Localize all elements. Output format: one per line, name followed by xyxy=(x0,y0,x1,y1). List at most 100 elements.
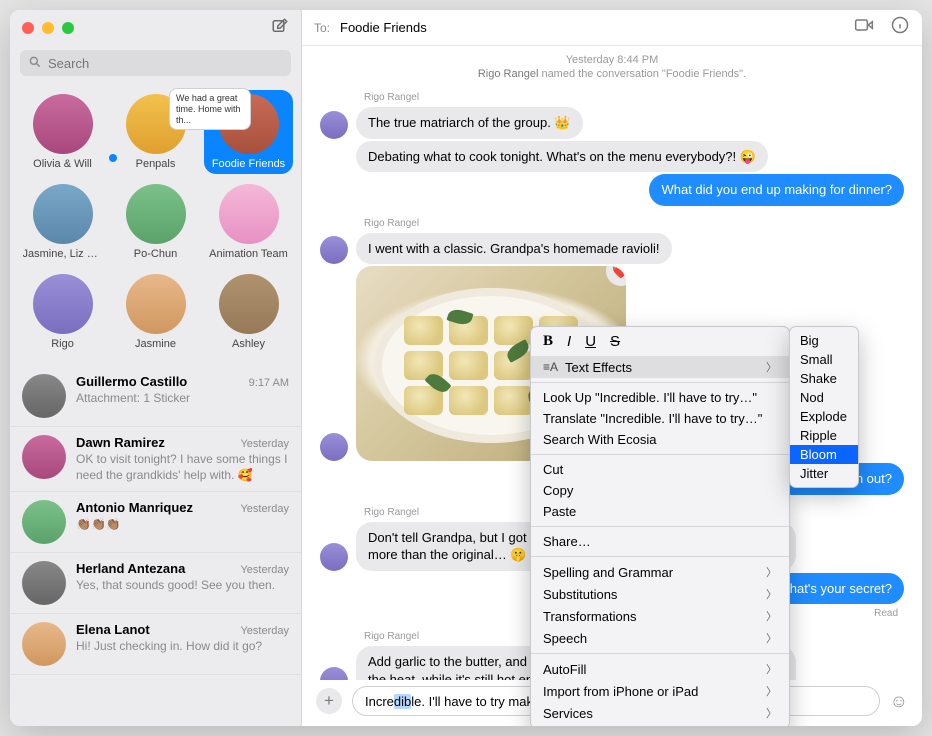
pinned-conversation[interactable]: Jasmine xyxy=(111,270,200,354)
conversation-name: Guillermo Castillo xyxy=(76,374,187,389)
submenu-item[interactable]: Nod xyxy=(790,388,858,407)
chevron-right-icon: 〉 xyxy=(766,564,777,580)
menu-separator xyxy=(531,556,789,557)
context-menu: B I U S ≡A Text Effects 〉 Look Up "Incre… xyxy=(530,326,790,726)
menu-paste[interactable]: Paste xyxy=(531,501,789,522)
pin-label: Olivia & Will xyxy=(33,158,92,170)
menu-import[interactable]: Import from iPhone or iPad〉 xyxy=(531,680,789,702)
pin-label: Jasmine, Liz &… xyxy=(23,248,103,260)
conversation-time: Yesterday xyxy=(240,625,289,637)
compose-text-selection: dib xyxy=(394,694,411,709)
emoji-button[interactable]: ☺ xyxy=(890,691,908,712)
pinned-conversation[interactable]: We had a great time. Home with th... Pen… xyxy=(111,90,200,174)
menu-spelling[interactable]: Spelling and Grammar〉 xyxy=(531,561,789,583)
menu-separator xyxy=(531,454,789,455)
menu-transformations[interactable]: Transformations〉 xyxy=(531,605,789,627)
submenu-item[interactable]: Jitter xyxy=(790,464,858,483)
submenu-item[interactable]: Explode xyxy=(790,407,858,426)
avatar xyxy=(320,433,348,461)
minimize-icon[interactable] xyxy=(42,22,54,34)
menu-lookup[interactable]: Look Up "Incredible. I'll have to try…" xyxy=(531,387,789,408)
pinned-conversation[interactable]: Olivia & Will xyxy=(18,90,107,174)
conversation-time: Yesterday xyxy=(240,438,289,450)
menu-share[interactable]: Share… xyxy=(531,531,789,552)
conversation-row[interactable]: Guillermo Castillo 9:17 AM Attachment: 1… xyxy=(10,366,301,427)
search-icon xyxy=(28,55,42,72)
conversation-row[interactable]: Elena Lanot Yesterday Hi! Just checking … xyxy=(10,614,301,675)
search-input[interactable] xyxy=(20,50,291,76)
strikethrough-button[interactable]: S xyxy=(610,333,620,350)
sender-label: Rigo Rangel xyxy=(364,92,904,103)
menu-separator xyxy=(531,653,789,654)
submenu-item[interactable]: Shake xyxy=(790,369,858,388)
compose-button[interactable] xyxy=(271,17,289,40)
conversation-list: Guillermo Castillo 9:17 AM Attachment: 1… xyxy=(10,366,301,726)
submenu-item[interactable]: Big xyxy=(790,331,858,350)
titlebar xyxy=(10,10,301,46)
conversation-preview: Hi! Just checking in. How did it go? xyxy=(76,639,289,655)
facetime-icon[interactable] xyxy=(854,15,874,40)
avatar xyxy=(33,274,93,334)
tapback-heart-icon[interactable]: ❤️ xyxy=(606,266,626,286)
avatar xyxy=(320,236,348,264)
pinned-conversation[interactable]: Rigo xyxy=(18,270,107,354)
submenu-item[interactable]: Bloom xyxy=(790,445,858,464)
message-bubble[interactable]: I went with a classic. Grandpa's homemad… xyxy=(356,233,672,265)
avatar xyxy=(33,94,93,154)
menu-copy[interactable]: Copy xyxy=(531,480,789,501)
pinned-conversation[interactable]: Po-Chun xyxy=(111,180,200,264)
avatar xyxy=(126,274,186,334)
close-icon[interactable] xyxy=(22,22,34,34)
info-icon[interactable] xyxy=(890,15,910,40)
thread-timestamp: Yesterday 8:44 PM xyxy=(320,54,904,66)
pinned-conversation[interactable]: Animation Team xyxy=(204,180,293,264)
chevron-right-icon: 〉 xyxy=(766,705,777,721)
conversation-name: Dawn Ramirez xyxy=(76,435,165,450)
traffic-lights xyxy=(22,22,74,34)
menu-autofill[interactable]: AutoFill〉 xyxy=(531,658,789,680)
avatar xyxy=(33,184,93,244)
submenu-item[interactable]: Ripple xyxy=(790,426,858,445)
menu-separator xyxy=(531,382,789,383)
italic-button[interactable]: I xyxy=(567,333,571,350)
avatar xyxy=(320,543,348,571)
message-bubble[interactable]: Debating what to cook tonight. What's on… xyxy=(356,141,768,173)
to-label: To: xyxy=(314,21,330,35)
pinned-conversation[interactable]: Ashley xyxy=(204,270,293,354)
submenu-item[interactable]: Small xyxy=(790,350,858,369)
menu-text-effects[interactable]: ≡A Text Effects 〉 xyxy=(531,356,789,378)
conversation-row[interactable]: Antonio Manriquez Yesterday 👏🏽👏🏽👏🏽 xyxy=(10,492,301,553)
header-actions xyxy=(854,15,910,40)
menu-translate[interactable]: Translate "Incredible. I'll have to try…… xyxy=(531,408,789,429)
conversation-row[interactable]: Herland Antezana Yesterday Yes, that sou… xyxy=(10,553,301,614)
message-bubble[interactable]: The true matriarch of the group. 👑 xyxy=(356,107,583,139)
fullscreen-icon[interactable] xyxy=(62,22,74,34)
avatar xyxy=(22,374,66,418)
pinned-conversations: Olivia & Will We had a great time. Home … xyxy=(10,84,301,366)
menu-services[interactable]: Services〉 xyxy=(531,702,789,724)
conversation-preview: Yes, that sounds good! See you then. xyxy=(76,578,289,594)
message-bubble[interactable]: What did you end up making for dinner? xyxy=(649,174,904,206)
underline-button[interactable]: U xyxy=(585,333,596,350)
menu-cut[interactable]: Cut xyxy=(531,459,789,480)
message-row: The true matriarch of the group. 👑 xyxy=(320,107,904,139)
sidebar: Olivia & Will We had a great time. Home … xyxy=(10,10,302,726)
menu-substitutions[interactable]: Substitutions〉 xyxy=(531,583,789,605)
message-row: I went with a classic. Grandpa's homemad… xyxy=(320,233,904,265)
message-row: Debating what to cook tonight. What's on… xyxy=(320,141,904,173)
chevron-right-icon: 〉 xyxy=(766,683,777,699)
sender-label: Rigo Rangel xyxy=(364,218,904,229)
conversation-name: Antonio Manriquez xyxy=(76,500,193,515)
chevron-right-icon: 〉 xyxy=(766,630,777,646)
menu-speech[interactable]: Speech〉 xyxy=(531,627,789,649)
conversation-row[interactable]: Dawn Ramirez Yesterday OK to visit tonig… xyxy=(10,427,301,492)
text-effects-submenu: BigSmallShakeNodExplodeRippleBloomJitter xyxy=(789,326,859,488)
thread-named-event: Rigo Rangel named the conversation "Food… xyxy=(320,68,904,80)
avatar xyxy=(22,435,66,479)
bold-button[interactable]: B xyxy=(543,333,553,350)
menu-search[interactable]: Search With Ecosia xyxy=(531,429,789,450)
apps-button[interactable]: + xyxy=(316,688,342,714)
conversation-time: Yesterday xyxy=(240,564,289,576)
pinned-conversation[interactable]: Jasmine, Liz &… xyxy=(18,180,107,264)
conversation-time: 9:17 AM xyxy=(249,377,289,389)
